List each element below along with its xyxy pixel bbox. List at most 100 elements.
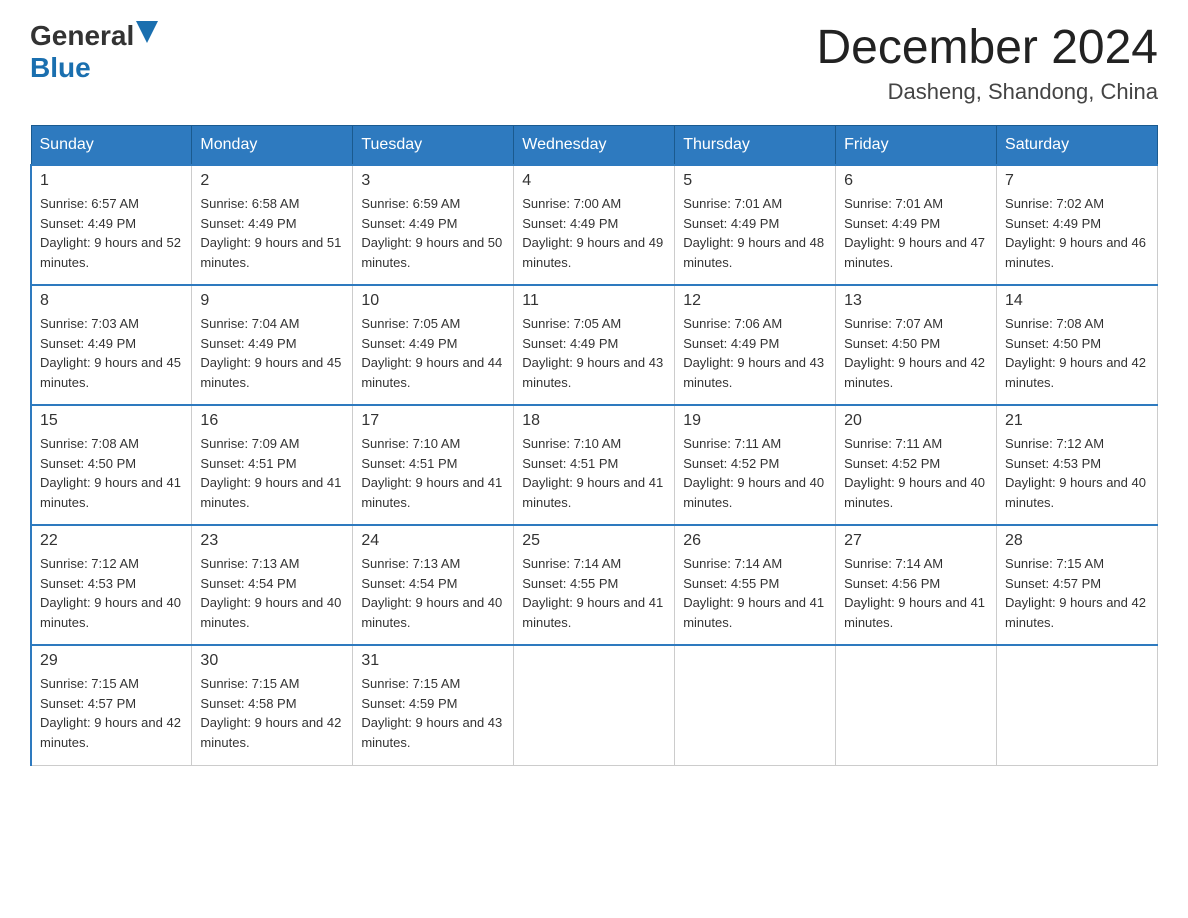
- calendar-header-saturday: Saturday: [997, 126, 1158, 166]
- day-info: Sunrise: 7:09 AMSunset: 4:51 PMDaylight:…: [200, 436, 341, 510]
- day-info: Sunrise: 7:15 AMSunset: 4:57 PMDaylight:…: [1005, 556, 1146, 630]
- logo-triangle-icon: [136, 21, 158, 43]
- day-number: 5: [683, 172, 827, 190]
- day-number: 7: [1005, 172, 1149, 190]
- day-number: 21: [1005, 412, 1149, 430]
- day-info: Sunrise: 7:14 AMSunset: 4:56 PMDaylight:…: [844, 556, 985, 630]
- day-number: 6: [844, 172, 988, 190]
- day-number: 14: [1005, 292, 1149, 310]
- day-number: 24: [361, 532, 505, 550]
- calendar-cell: 21 Sunrise: 7:12 AMSunset: 4:53 PMDaylig…: [997, 405, 1158, 525]
- day-number: 13: [844, 292, 988, 310]
- calendar-header-sunday: Sunday: [31, 126, 192, 166]
- day-info: Sunrise: 7:00 AMSunset: 4:49 PMDaylight:…: [522, 196, 663, 270]
- day-number: 20: [844, 412, 988, 430]
- title-section: December 2024 Dasheng, Shandong, China: [816, 20, 1158, 105]
- day-info: Sunrise: 7:15 AMSunset: 4:58 PMDaylight:…: [200, 676, 341, 750]
- day-info: Sunrise: 7:01 AMSunset: 4:49 PMDaylight:…: [683, 196, 824, 270]
- day-number: 12: [683, 292, 827, 310]
- calendar-cell: 11 Sunrise: 7:05 AMSunset: 4:49 PMDaylig…: [514, 285, 675, 405]
- calendar-cell: 17 Sunrise: 7:10 AMSunset: 4:51 PMDaylig…: [353, 405, 514, 525]
- day-info: Sunrise: 7:11 AMSunset: 4:52 PMDaylight:…: [844, 436, 985, 510]
- calendar-header-tuesday: Tuesday: [353, 126, 514, 166]
- day-number: 16: [200, 412, 344, 430]
- calendar-cell: [997, 645, 1158, 765]
- calendar-cell: 3 Sunrise: 6:59 AMSunset: 4:49 PMDayligh…: [353, 165, 514, 285]
- page-header: General Blue December 2024 Dasheng, Shan…: [30, 20, 1158, 105]
- calendar-cell: 13 Sunrise: 7:07 AMSunset: 4:50 PMDaylig…: [836, 285, 997, 405]
- day-number: 10: [361, 292, 505, 310]
- day-info: Sunrise: 7:12 AMSunset: 4:53 PMDaylight:…: [1005, 436, 1146, 510]
- day-info: Sunrise: 7:15 AMSunset: 4:57 PMDaylight:…: [40, 676, 181, 750]
- day-number: 28: [1005, 532, 1149, 550]
- location-subtitle: Dasheng, Shandong, China: [816, 79, 1158, 105]
- day-info: Sunrise: 7:07 AMSunset: 4:50 PMDaylight:…: [844, 316, 985, 390]
- day-info: Sunrise: 7:15 AMSunset: 4:59 PMDaylight:…: [361, 676, 502, 750]
- day-info: Sunrise: 7:03 AMSunset: 4:49 PMDaylight:…: [40, 316, 181, 390]
- calendar-cell: [836, 645, 997, 765]
- calendar-header-row: SundayMondayTuesdayWednesdayThursdayFrid…: [31, 126, 1158, 166]
- calendar-cell: 29 Sunrise: 7:15 AMSunset: 4:57 PMDaylig…: [31, 645, 192, 765]
- calendar-cell: [514, 645, 675, 765]
- day-info: Sunrise: 7:05 AMSunset: 4:49 PMDaylight:…: [361, 316, 502, 390]
- day-number: 29: [40, 652, 183, 670]
- day-info: Sunrise: 7:10 AMSunset: 4:51 PMDaylight:…: [361, 436, 502, 510]
- calendar-cell: 1 Sunrise: 6:57 AMSunset: 4:49 PMDayligh…: [31, 165, 192, 285]
- calendar-header-monday: Monday: [192, 126, 353, 166]
- calendar-week-row: 22 Sunrise: 7:12 AMSunset: 4:53 PMDaylig…: [31, 525, 1158, 645]
- calendar-cell: 10 Sunrise: 7:05 AMSunset: 4:49 PMDaylig…: [353, 285, 514, 405]
- day-number: 22: [40, 532, 183, 550]
- calendar-week-row: 1 Sunrise: 6:57 AMSunset: 4:49 PMDayligh…: [31, 165, 1158, 285]
- calendar-header-wednesday: Wednesday: [514, 126, 675, 166]
- day-number: 8: [40, 292, 183, 310]
- calendar-header-friday: Friday: [836, 126, 997, 166]
- calendar-cell: 28 Sunrise: 7:15 AMSunset: 4:57 PMDaylig…: [997, 525, 1158, 645]
- day-info: Sunrise: 7:13 AMSunset: 4:54 PMDaylight:…: [200, 556, 341, 630]
- day-info: Sunrise: 6:57 AMSunset: 4:49 PMDaylight:…: [40, 196, 181, 270]
- day-number: 2: [200, 172, 344, 190]
- day-info: Sunrise: 6:59 AMSunset: 4:49 PMDaylight:…: [361, 196, 502, 270]
- day-number: 27: [844, 532, 988, 550]
- calendar-cell: 8 Sunrise: 7:03 AMSunset: 4:49 PMDayligh…: [31, 285, 192, 405]
- calendar-cell: 16 Sunrise: 7:09 AMSunset: 4:51 PMDaylig…: [192, 405, 353, 525]
- calendar-week-row: 29 Sunrise: 7:15 AMSunset: 4:57 PMDaylig…: [31, 645, 1158, 765]
- calendar-cell: 5 Sunrise: 7:01 AMSunset: 4:49 PMDayligh…: [675, 165, 836, 285]
- calendar-cell: 20 Sunrise: 7:11 AMSunset: 4:52 PMDaylig…: [836, 405, 997, 525]
- day-number: 31: [361, 652, 505, 670]
- day-number: 17: [361, 412, 505, 430]
- day-info: Sunrise: 7:11 AMSunset: 4:52 PMDaylight:…: [683, 436, 824, 510]
- calendar-cell: 18 Sunrise: 7:10 AMSunset: 4:51 PMDaylig…: [514, 405, 675, 525]
- calendar-cell: 4 Sunrise: 7:00 AMSunset: 4:49 PMDayligh…: [514, 165, 675, 285]
- day-info: Sunrise: 6:58 AMSunset: 4:49 PMDaylight:…: [200, 196, 341, 270]
- calendar-cell: 25 Sunrise: 7:14 AMSunset: 4:55 PMDaylig…: [514, 525, 675, 645]
- calendar-cell: 14 Sunrise: 7:08 AMSunset: 4:50 PMDaylig…: [997, 285, 1158, 405]
- day-info: Sunrise: 7:06 AMSunset: 4:49 PMDaylight:…: [683, 316, 824, 390]
- day-info: Sunrise: 7:05 AMSunset: 4:49 PMDaylight:…: [522, 316, 663, 390]
- calendar-table: SundayMondayTuesdayWednesdayThursdayFrid…: [30, 125, 1158, 766]
- day-number: 25: [522, 532, 666, 550]
- day-number: 30: [200, 652, 344, 670]
- day-number: 15: [40, 412, 183, 430]
- day-info: Sunrise: 7:02 AMSunset: 4:49 PMDaylight:…: [1005, 196, 1146, 270]
- day-info: Sunrise: 7:13 AMSunset: 4:54 PMDaylight:…: [361, 556, 502, 630]
- day-number: 4: [522, 172, 666, 190]
- day-number: 1: [40, 172, 183, 190]
- calendar-cell: 12 Sunrise: 7:06 AMSunset: 4:49 PMDaylig…: [675, 285, 836, 405]
- day-info: Sunrise: 7:14 AMSunset: 4:55 PMDaylight:…: [522, 556, 663, 630]
- day-number: 18: [522, 412, 666, 430]
- day-info: Sunrise: 7:12 AMSunset: 4:53 PMDaylight:…: [40, 556, 181, 630]
- calendar-cell: 27 Sunrise: 7:14 AMSunset: 4:56 PMDaylig…: [836, 525, 997, 645]
- logo-general-text: General: [30, 20, 134, 52]
- day-number: 11: [522, 292, 666, 310]
- logo-blue-text: Blue: [30, 52, 91, 84]
- calendar-cell: 24 Sunrise: 7:13 AMSunset: 4:54 PMDaylig…: [353, 525, 514, 645]
- day-info: Sunrise: 7:08 AMSunset: 4:50 PMDaylight:…: [40, 436, 181, 510]
- calendar-cell: [675, 645, 836, 765]
- logo: General Blue: [30, 20, 158, 84]
- calendar-cell: 6 Sunrise: 7:01 AMSunset: 4:49 PMDayligh…: [836, 165, 997, 285]
- calendar-cell: 30 Sunrise: 7:15 AMSunset: 4:58 PMDaylig…: [192, 645, 353, 765]
- day-number: 23: [200, 532, 344, 550]
- day-number: 19: [683, 412, 827, 430]
- calendar-header-thursday: Thursday: [675, 126, 836, 166]
- calendar-cell: 26 Sunrise: 7:14 AMSunset: 4:55 PMDaylig…: [675, 525, 836, 645]
